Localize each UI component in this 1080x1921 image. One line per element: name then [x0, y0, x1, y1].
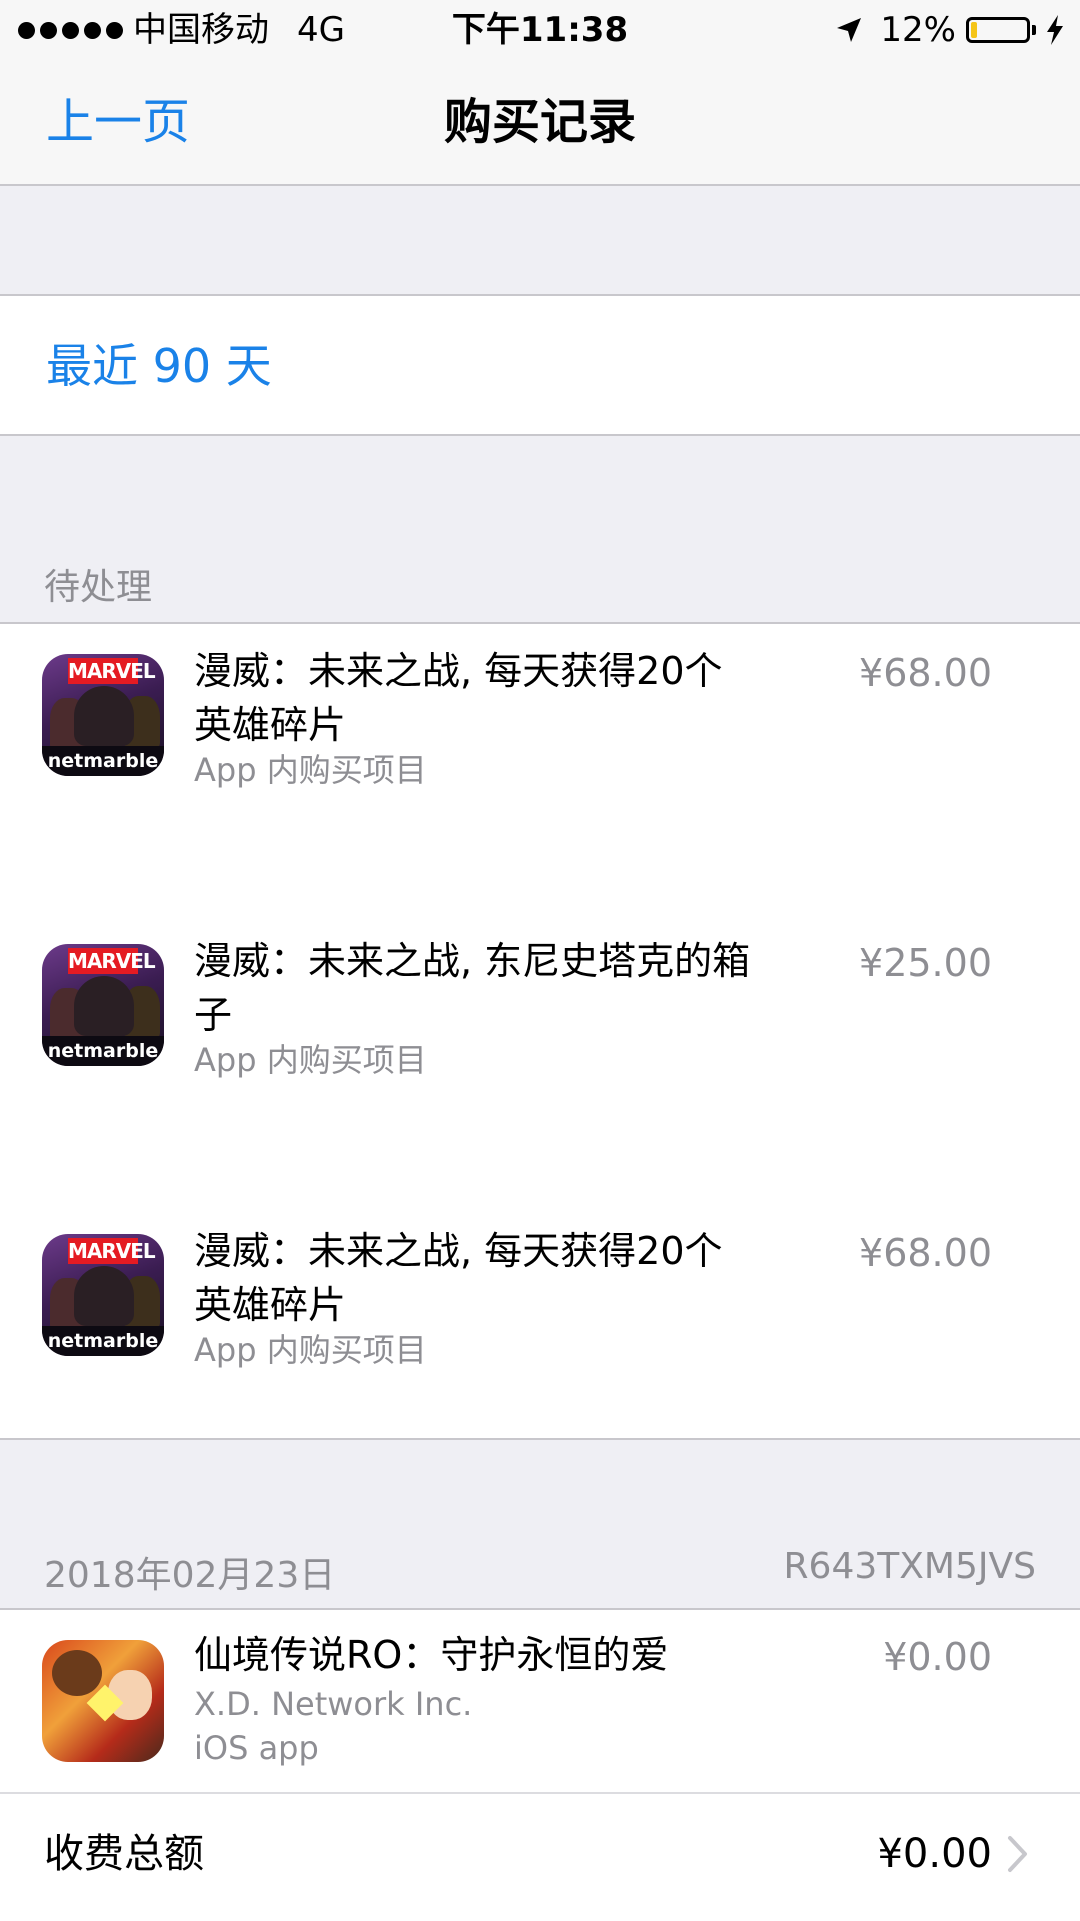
marvel-logo: MARVEL — [68, 1238, 156, 1264]
order-id[interactable]: R643TXM5JVS — [784, 1546, 1036, 1587]
pending-list: MARVEL netmarble 漫威：未来之战, 每天获得20个英雄碎片 Ap… — [0, 624, 1080, 1438]
battery-nub — [1032, 25, 1036, 35]
netmarble-logo: netmarble — [42, 1036, 164, 1066]
item-price: ¥0.00 — [883, 1635, 992, 1679]
item-price: ¥68.00 — [859, 1231, 992, 1275]
order-list: 仙境传说RO：守护永恒的爱 X.D. Network Inc. iOS app … — [0, 1610, 1080, 1921]
ragnarok-online-icon — [42, 1640, 164, 1762]
page-title: 购买记录 — [443, 94, 636, 150]
item-type: iOS app — [194, 1729, 319, 1767]
marvel-logo: MARVEL — [68, 658, 156, 684]
marvel-future-fight-icon: MARVEL netmarble — [42, 654, 164, 776]
netmarble-logo: netmarble — [42, 1326, 164, 1356]
list-item[interactable]: MARVEL netmarble 漫威：未来之战, 每天获得20个英雄碎片 Ap… — [0, 1204, 1080, 1494]
status-right: 12% — [834, 0, 1066, 60]
item-type: App 内购买项目 — [194, 1041, 427, 1079]
divider — [0, 1438, 1080, 1440]
item-price: ¥68.00 — [859, 651, 992, 695]
marvel-future-fight-icon: MARVEL netmarble — [42, 1234, 164, 1356]
chevron-right-icon — [1008, 1836, 1027, 1872]
item-title: 仙境传说RO：守护永恒的爱 — [194, 1633, 669, 1677]
navigation-bar: 上一页 购买记录 — [0, 60, 1080, 186]
item-title: 漫威：未来之战, 每天获得20个英雄碎片 — [194, 649, 723, 747]
divider — [0, 434, 1080, 436]
period-filter-cell[interactable]: 最近 90 天 — [0, 296, 1080, 434]
item-type: App 内购买项目 — [194, 751, 427, 789]
purchase-history-screen: 中国移动 4G 下午11:38 12% 上一页 购买记录 最近 90 天 待处理 — [0, 0, 1080, 1921]
total-value: ¥0.00 — [877, 1831, 992, 1877]
marvel-future-fight-icon: MARVEL netmarble — [42, 944, 164, 1066]
list-item[interactable]: 仙境传说RO：守护永恒的爱 X.D. Network Inc. iOS app … — [0, 1610, 1080, 1790]
total-label: 收费总额 — [44, 1831, 204, 1877]
battery-level-fill — [971, 22, 977, 38]
charging-bolt-icon — [1047, 15, 1063, 45]
item-type: App 内购买项目 — [194, 1331, 427, 1369]
item-developer: X.D. Network Inc. — [194, 1685, 473, 1723]
item-title: 漫威：未来之战, 东尼史塔克的箱子 — [194, 939, 751, 1037]
item-title: 漫威：未来之战, 每天获得20个英雄碎片 — [194, 1229, 723, 1327]
pending-section-header: 待处理 — [44, 567, 153, 608]
order-date: 2018年02月23日 — [44, 1555, 336, 1596]
battery-icon — [966, 17, 1030, 43]
list-item[interactable]: MARVEL netmarble 漫威：未来之战, 每天获得20个英雄碎片 Ap… — [0, 624, 1080, 914]
marvel-logo: MARVEL — [68, 948, 156, 974]
battery-percent: 12% — [880, 10, 956, 50]
status-bar: 中国移动 4G 下午11:38 12% — [0, 0, 1080, 60]
list-item[interactable]: MARVEL netmarble 漫威：未来之战, 东尼史塔克的箱子 App 内… — [0, 914, 1080, 1204]
period-filter-label[interactable]: 最近 90 天 — [46, 296, 272, 436]
total-row[interactable]: 收费总额 ¥0.00 — [0, 1794, 1080, 1914]
netmarble-logo: netmarble — [42, 746, 164, 776]
location-arrow-icon — [837, 18, 862, 42]
item-price: ¥25.00 — [859, 941, 992, 985]
